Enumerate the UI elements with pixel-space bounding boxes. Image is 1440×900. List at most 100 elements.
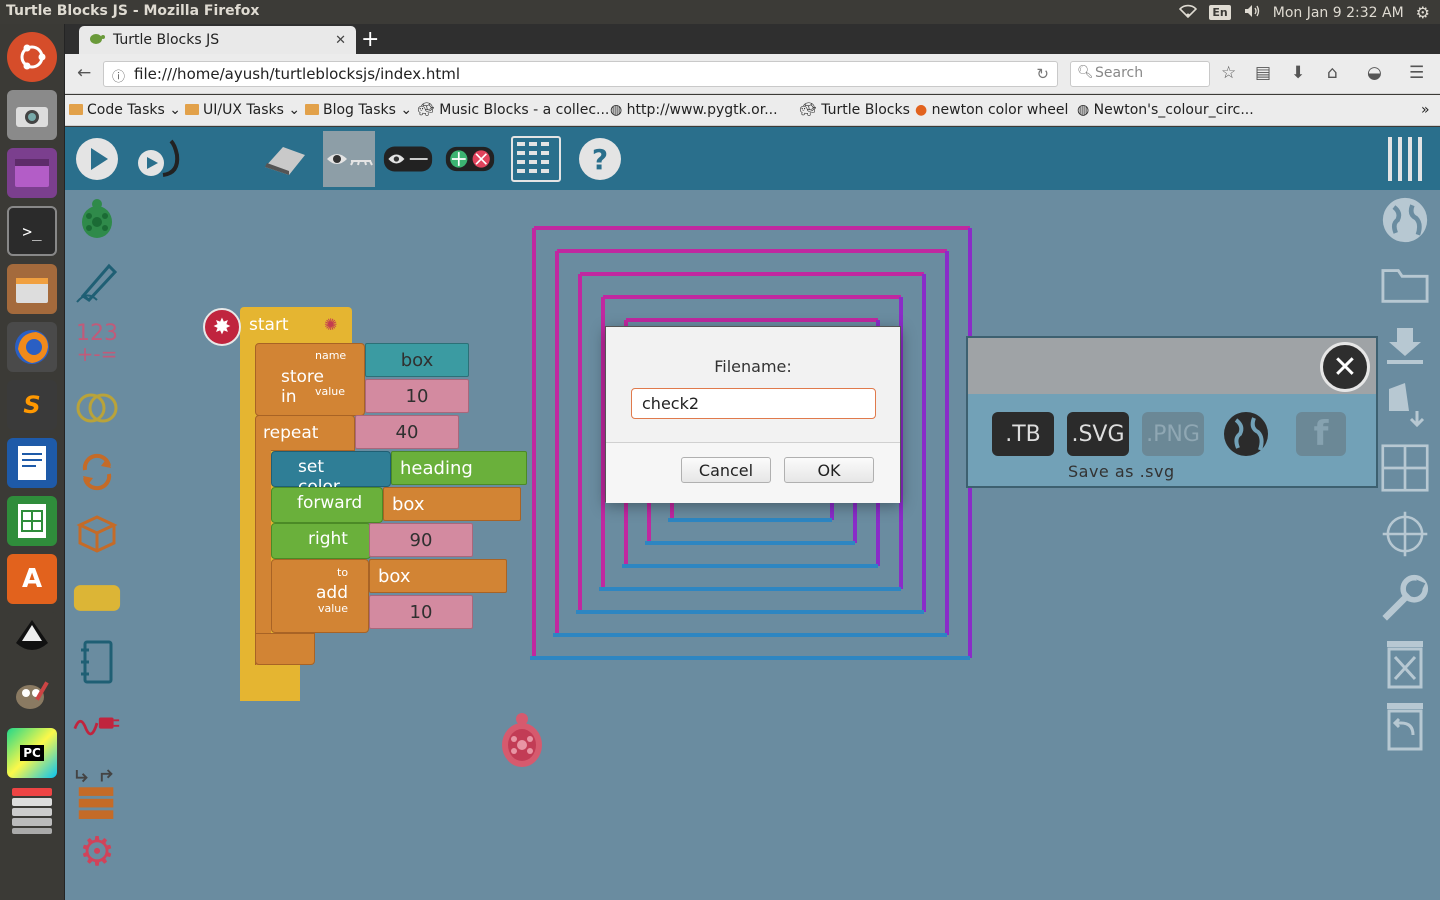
downloads-icon[interactable]: ⬇ [1291, 63, 1305, 83]
flow-palette-icon[interactable] [73, 448, 121, 496]
collapse-blocks-eye-icon[interactable] [383, 135, 433, 183]
bookmark-music-blocks[interactable]: 🐢︎ Music Blocks - a collec... [417, 102, 609, 118]
ubuntu-launcher: >_ S A PC [0, 24, 65, 900]
workspace-stack-icon[interactable] [7, 786, 57, 836]
bookmark-folder-uiux-tasks[interactable]: UI/UX Tasks ⌄ [185, 102, 300, 118]
bookmark-folder-blog-tasks[interactable]: Blog Tasks ⌄ [305, 102, 412, 118]
cartesian-grid-icon[interactable] [1381, 444, 1429, 492]
save-png-button[interactable]: .PNG [1142, 412, 1204, 456]
save-stack-icon[interactable] [1381, 382, 1429, 430]
reload-icon[interactable]: ↻ [1036, 65, 1049, 83]
reading-list-icon[interactable]: ▤ [1255, 63, 1271, 83]
bookmark-star-icon[interactable]: ☆ [1221, 63, 1236, 83]
add-to-slot[interactable]: box [369, 559, 507, 593]
store-name-slot[interactable]: box [365, 343, 469, 377]
open-folder-icon[interactable] [1381, 260, 1429, 308]
bookmark-turtle-blocks[interactable]: 🐢︎ Turtle Blocks [799, 102, 910, 118]
back-arrow-icon[interactable]: ← [77, 63, 91, 83]
system-tray: En Mon Jan 9 2:32 AM ⚙ [1179, 3, 1430, 22]
set-color-arg-slot[interactable]: heading [391, 451, 527, 485]
inkscape-icon[interactable] [7, 612, 57, 662]
polar-crosshair-icon[interactable] [1381, 510, 1429, 558]
keyboard-layout-indicator[interactable]: En [1209, 5, 1231, 20]
run-play-icon[interactable] [72, 135, 122, 183]
bookmark-folder-code-tasks[interactable]: Code Tasks ⌄ [69, 102, 181, 118]
restore-trash-icon[interactable] [1381, 702, 1429, 751]
turtle-favicon-icon [89, 31, 105, 49]
start-bug-icon[interactable]: ✺ [324, 315, 337, 334]
window-app-icon[interactable] [7, 148, 57, 198]
files-icon[interactable] [7, 264, 57, 314]
bookmark-newton-color-wheel[interactable]: ● newton color wheel [915, 102, 1068, 118]
url-bar[interactable]: ⓘ file:///home/ayush/turtleblocksjs/inde… [103, 61, 1058, 87]
sublime-text-icon[interactable]: S [7, 380, 57, 430]
media-palette-icon[interactable] [73, 638, 121, 686]
bookmark-pygtk[interactable]: ◍ http://www.pygtk.or... [610, 102, 778, 118]
wrench-icon[interactable] [1381, 574, 1429, 622]
auxiliary-menu-bars-icon[interactable] [1381, 135, 1431, 183]
gimp-icon[interactable] [7, 670, 57, 720]
add-value-slot[interactable]: 10 [369, 595, 473, 629]
firefox-icon[interactable] [7, 322, 57, 372]
forward-arg-slot[interactable]: box [383, 487, 521, 521]
cancel-button[interactable]: Cancel [681, 457, 771, 483]
terminal-icon[interactable]: >_ [7, 206, 57, 256]
store-value-slot[interactable]: 10 [365, 379, 469, 413]
run-slow-snail-icon[interactable] [135, 135, 185, 183]
libreoffice-writer-icon[interactable] [7, 438, 57, 488]
wifi-icon[interactable] [1179, 4, 1198, 22]
block-grid-icon[interactable] [511, 135, 561, 183]
settings-gear-icon[interactable]: ⚙ [1416, 3, 1430, 22]
share-facebook-icon[interactable]: f [1296, 412, 1346, 456]
boolean-palette-icon[interactable] [73, 384, 121, 432]
box-palette-icon[interactable] [73, 510, 121, 558]
browser-tab-active[interactable]: Turtle Blocks JS ✕ [79, 26, 356, 54]
settings-gear-palette-icon[interactable]: ⚙ [73, 828, 121, 876]
bookmarks-overflow-icon[interactable]: » [1421, 102, 1430, 118]
right-arg-slot[interactable]: 90 [369, 523, 473, 557]
pycharm-icon[interactable]: PC [7, 728, 57, 778]
site-info-icon[interactable]: ⓘ [112, 66, 125, 85]
turtle-blocks-canvas[interactable]: ? 123 +-= ⚙ start ✺ ✸ name store in valu… [65, 127, 1440, 900]
sensors-palette-icon[interactable] [73, 700, 121, 748]
pen-palette-icon[interactable] [73, 258, 121, 306]
libreoffice-calc-icon[interactable] [7, 496, 57, 546]
camera-app-icon[interactable] [7, 90, 57, 140]
save-tb-button[interactable]: .TB [992, 412, 1054, 456]
software-center-icon[interactable]: A [7, 554, 57, 604]
hamburger-menu-icon[interactable]: ☰ [1409, 63, 1424, 83]
turtle-toolbar: ? [65, 127, 1440, 190]
store-value-label: value [315, 385, 346, 398]
turtle-palette-icon[interactable] [73, 196, 121, 244]
ubuntu-dash-icon[interactable] [7, 32, 57, 82]
save-panel-close-button[interactable]: ✕ [1320, 342, 1370, 392]
share-globe-icon[interactable] [1222, 412, 1270, 456]
expand-collapse-arrows-icon[interactable] [445, 135, 495, 183]
add-value-label: value [318, 602, 349, 615]
folder-icon [305, 104, 319, 115]
tab-close-icon[interactable]: ✕ [335, 33, 346, 48]
numbers-palette-icon[interactable]: 123 +-= [73, 320, 121, 368]
search-input[interactable]: 🔍︎ Search [1070, 61, 1210, 87]
repeat-count-slot[interactable]: 40 [355, 415, 459, 449]
ok-button[interactable]: OK [784, 457, 874, 483]
home-icon[interactable]: ⌂ [1327, 63, 1338, 83]
new-tab-button[interactable]: + [361, 27, 379, 52]
turtle-sprite-icon[interactable] [499, 711, 545, 775]
start-collapse-button[interactable]: ✸ [203, 308, 241, 346]
action-palette-icon[interactable] [73, 574, 121, 622]
hide-blocks-eye-icon[interactable] [323, 131, 375, 187]
bookmark-newtons-colour-circle[interactable]: ◍ Newton's_colour_circ... [1077, 102, 1254, 118]
pocket-icon[interactable]: ◒ [1367, 63, 1382, 83]
save-download-icon[interactable] [1381, 322, 1429, 370]
clear-eraser-icon[interactable] [260, 135, 310, 183]
clock[interactable]: Mon Jan 9 2:32 AM [1273, 5, 1404, 21]
help-question-icon[interactable]: ? [575, 135, 625, 183]
extras-palette-icon[interactable] [73, 764, 121, 824]
save-svg-button[interactable]: .SVG [1067, 412, 1129, 456]
filename-input[interactable] [631, 388, 876, 419]
globe-icon[interactable] [1381, 196, 1429, 244]
volume-icon[interactable] [1243, 4, 1261, 22]
forward-label: forward [297, 493, 363, 513]
trash-icon[interactable] [1381, 640, 1429, 689]
